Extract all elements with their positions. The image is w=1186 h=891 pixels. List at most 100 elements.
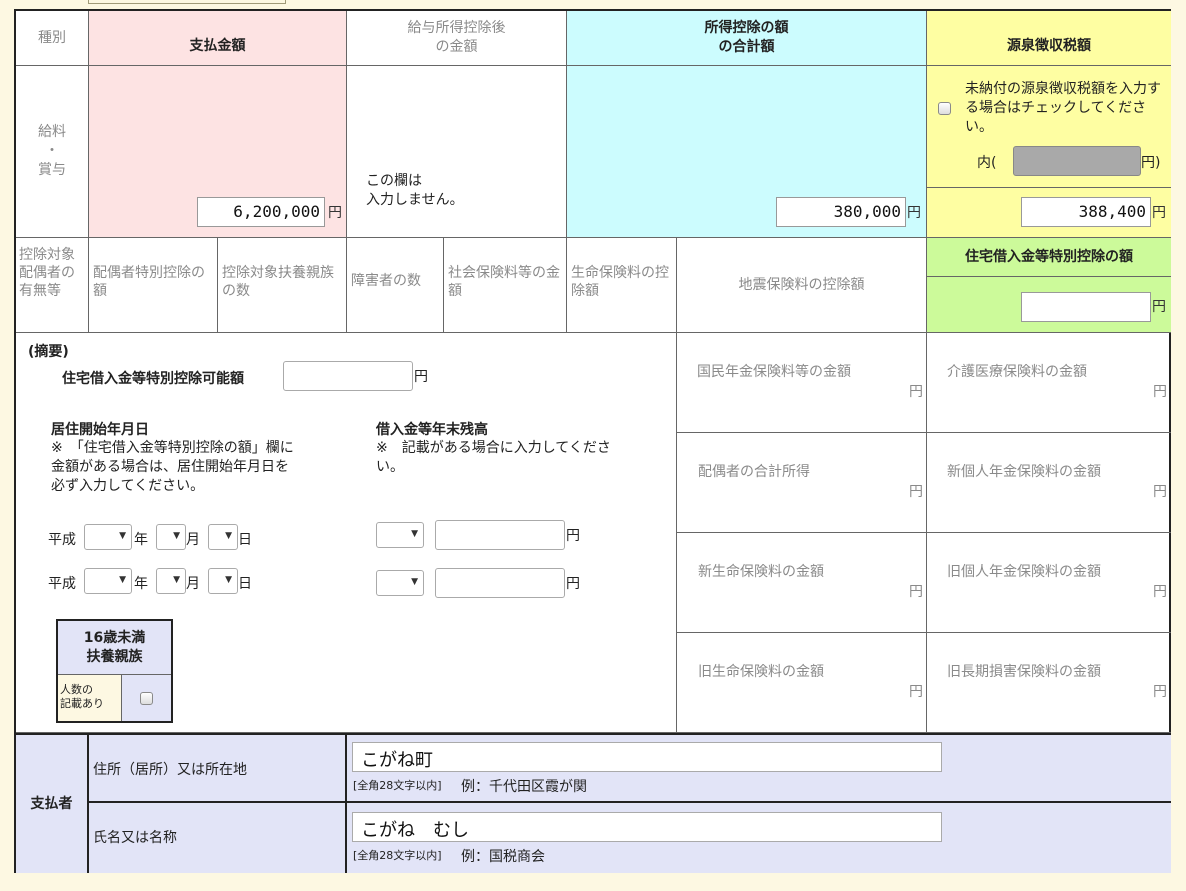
year-select-2[interactable]: ▼ <box>84 568 132 594</box>
under16-title: 16歳未満 扶養親族 <box>58 621 171 675</box>
chevron-down-icon: ▼ <box>173 575 180 585</box>
loan-possible-yen: 円 <box>414 369 428 385</box>
housing-loan-cell: 円 <box>927 277 1171 333</box>
year-label-2: 年 <box>134 576 148 592</box>
unpaid-tax-note: 未納付の源泉徴収税額を入力する場合はチェックしてください。 <box>965 81 1161 135</box>
month-select-2[interactable]: ▼ <box>156 568 186 594</box>
loan-balance-yen-1: 円 <box>566 528 580 544</box>
earthquake-label: 地震保険料の控除額 <box>677 238 927 333</box>
payment-header: 支払金額 <box>89 11 347 66</box>
chevron-down-icon: ▼ <box>119 575 126 585</box>
year-label-1: 年 <box>134 532 148 548</box>
right-field-5: 新生命保険料の金額 円 <box>677 533 927 633</box>
field-unit: 円 <box>909 684 923 700</box>
housing-loan-header: 住宅借入金等特別控除の額 <box>927 238 1171 277</box>
after-deduction-header: 給与所得控除後 の金額 <box>347 11 567 66</box>
loan-balance-select-1[interactable]: ▼ <box>376 522 424 548</box>
total-deduction-header: 所得控除の額 の合計額 <box>567 11 927 66</box>
address-input[interactable]: こがね町 <box>352 742 942 772</box>
field-label: 旧生命保険料の金額 <box>698 664 824 680</box>
right-field-6: 旧個人年金保険料の金額 円 <box>927 533 1171 633</box>
loan-balance-note: ※ 記載がある場合に入力してくださ い。 <box>376 440 611 475</box>
total-deduction-cell: 380,000 円 <box>567 66 927 238</box>
field-label: 介護医療保険料の金額 <box>947 364 1087 380</box>
field-label: 旧個人年金保険料の金額 <box>947 564 1101 580</box>
right-field-4: 新個人年金保険料の金額 円 <box>927 433 1171 533</box>
spouse-flag-label: 控除対象配偶者の有無等 <box>16 238 89 333</box>
era-label-1: 平成 <box>48 532 76 548</box>
housing-loan-yen-label: 円 <box>1152 299 1166 315</box>
tax-yen-label: 円 <box>1152 205 1166 221</box>
payment-yen-label: 円 <box>328 205 342 221</box>
tax-amount-input[interactable]: 388,400 <box>1021 197 1151 227</box>
day-select-1[interactable]: ▼ <box>208 524 238 550</box>
address-hint-example: 例：千代田区霞が関 <box>461 779 587 795</box>
disabled-label: 障害者の数 <box>347 238 444 333</box>
loan-balance-label: 借入金等年末残高 <box>376 422 488 438</box>
loan-balance-select-2[interactable]: ▼ <box>376 570 424 596</box>
field-label: 新個人年金保険料の金額 <box>947 464 1101 480</box>
withholding-slip-form: 種別 支払金額 給与所得控除後 の金額 所得控除の額 の合計額 源泉徴収税額 給… <box>14 9 1171 873</box>
residence-start-label: 居住開始年月日 <box>51 422 149 438</box>
deduction-yen-label: 円 <box>907 205 921 221</box>
address-label: 住所（居所）又は所在地 <box>93 762 247 778</box>
field-label: 配偶者の合計所得 <box>698 464 810 480</box>
payment-amount-input[interactable]: 6,200,000 <box>197 197 325 227</box>
type-salary-bonus: 給料 ・ 賞与 <box>16 66 89 238</box>
field-unit: 円 <box>1153 484 1167 500</box>
unpaid-tax-cell: 未納付の源泉徴収税額を入力する場合はチェックしてください。 内( 円) <box>927 66 1171 188</box>
chevron-down-icon: ▼ <box>173 531 180 541</box>
address-hint-limit: [全角28文字以内] <box>353 779 442 792</box>
era-label-2: 平成 <box>48 576 76 592</box>
chevron-down-icon: ▼ <box>411 577 418 587</box>
chevron-down-icon: ▼ <box>225 531 232 541</box>
loan-possible-input[interactable] <box>283 361 413 391</box>
address-value-cell: こがね町 [全角28文字以内] 例：千代田区霞が関 <box>347 733 1171 803</box>
tax-amount-cell: 388,400 円 <box>927 188 1171 238</box>
unpaid-tax-checkbox[interactable] <box>938 102 951 115</box>
name-hint-limit: [全角28文字以内] <box>353 849 442 862</box>
loan-balance-yen-2: 円 <box>566 576 580 592</box>
field-unit: 円 <box>909 384 923 400</box>
deduction-amount-input[interactable]: 380,000 <box>776 197 906 227</box>
address-label-cell: 住所（居所）又は所在地 <box>89 733 347 803</box>
loan-balance-input-2[interactable] <box>435 568 565 598</box>
loan-balance-input-1[interactable] <box>435 520 565 550</box>
under16-box: 16歳未満 扶養親族 人数の 記載あり <box>56 619 173 723</box>
social-insurance-label: 社会保険料等の金額 <box>444 238 567 333</box>
chevron-down-icon: ▼ <box>411 529 418 539</box>
unpaid-tax-input[interactable] <box>1013 146 1141 176</box>
right-field-3: 配偶者の合計所得 円 <box>677 433 927 533</box>
field-unit: 円 <box>909 484 923 500</box>
inner-prefix-label: 内( <box>977 155 997 171</box>
name-input[interactable]: こがね むし <box>352 812 942 842</box>
name-label-cell: 氏名又は名称 <box>89 803 347 873</box>
field-unit: 円 <box>1153 684 1167 700</box>
name-value-cell: こがね むし [全角28文字以内] 例：国税商会 <box>347 803 1171 873</box>
payment-cell: 6,200,000 円 <box>89 66 347 238</box>
month-label-2: 月 <box>186 576 200 592</box>
name-hint-example: 例：国税商会 <box>461 849 545 865</box>
day-select-2[interactable]: ▼ <box>208 568 238 594</box>
withholding-tax-header: 源泉徴収税額 <box>927 11 1171 66</box>
right-field-7: 旧生命保険料の金額 円 <box>677 633 927 733</box>
chevron-down-icon: ▼ <box>119 531 126 541</box>
payer-title: 支払者 <box>16 733 89 873</box>
right-field-1: 国民年金保険料等の金額 円 <box>677 333 927 433</box>
no-input-note: この欄は 入力しません。 <box>366 173 464 208</box>
day-label-1: 日 <box>238 532 252 548</box>
loan-possible-label: 住宅借入金等特別控除可能額 <box>62 371 244 387</box>
right-field-2: 介護医療保険料の金額 円 <box>927 333 1171 433</box>
month-select-1[interactable]: ▼ <box>156 524 186 550</box>
field-label: 旧長期損害保険料の金額 <box>947 664 1101 680</box>
housing-loan-input[interactable] <box>1021 292 1151 322</box>
month-label-1: 月 <box>186 532 200 548</box>
under16-checkbox[interactable] <box>140 692 153 705</box>
top-tab-strip <box>88 0 286 4</box>
field-unit: 円 <box>909 584 923 600</box>
year-select-1[interactable]: ▼ <box>84 524 132 550</box>
life-insurance-label: 生命保険料の控除額 <box>567 238 677 333</box>
right-field-8: 旧長期損害保険料の金額 円 <box>927 633 1171 733</box>
residence-note: ※ 「住宅借入金等特別控除の額」欄に 金額がある場合は、居住開始年月日を 必ず入… <box>51 440 294 494</box>
field-unit: 円 <box>1153 584 1167 600</box>
